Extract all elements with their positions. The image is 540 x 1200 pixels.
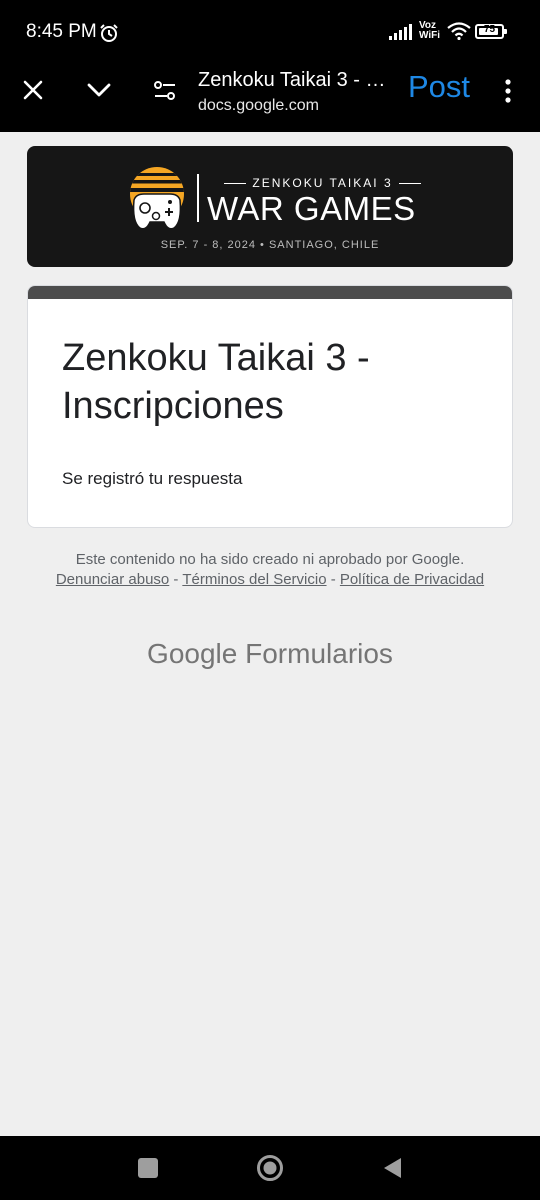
- system-nav-bar: [0, 1136, 540, 1200]
- terms-link[interactable]: Términos del Servicio: [182, 571, 326, 588]
- google-forms-logo[interactable]: Google Formularios: [0, 638, 540, 670]
- wifi-text: WiFi: [419, 30, 441, 41]
- custom-tab-toolbar: Zenkoku Taikai 3 - … docs.google.com Pos…: [0, 64, 540, 132]
- status-bar: 8:45 PM Voz WiFi 75: [0, 0, 540, 64]
- banner-dates: SEP. 7 - 8, 2024 • SANTIAGO, CHILE: [160, 239, 380, 251]
- voz-wifi-label: Voz WiFi: [419, 21, 440, 41]
- wifi-icon: [447, 22, 471, 40]
- page-title: Zenkoku Taikai 3 - …: [198, 69, 386, 91]
- back-button-icon[interactable]: [381, 1156, 403, 1180]
- close-icon[interactable]: [22, 79, 44, 101]
- card-accent-band: [28, 286, 512, 299]
- footer-disclaimer: Este contenido no ha sido creado ni apro…: [40, 550, 500, 590]
- separator: -: [326, 571, 340, 588]
- banner-subtitle: ZENKOKU TAIKAI 3: [205, 176, 440, 190]
- form-title: Zenkoku Taikai 3 - Inscripciones: [62, 337, 370, 427]
- controller-sun-logo: [130, 167, 184, 230]
- battery-icon: 75: [475, 24, 507, 39]
- alarm-icon: [100, 24, 118, 42]
- banner-subtitle-text: ZENKOKU TAIKAI 3: [252, 176, 393, 190]
- event-banner: ZENKOKU TAIKAI 3 WAR GAMES SEP. 7 - 8, 2…: [27, 146, 513, 267]
- privacy-link[interactable]: Política de Privacidad: [340, 571, 484, 588]
- battery-level: 75: [483, 24, 496, 35]
- response-message: Se registró tu respuesta: [62, 469, 243, 488]
- banner-divider: [197, 174, 199, 222]
- post-button[interactable]: Post: [408, 69, 470, 105]
- disclaimer-text: Este contenido no ha sido creado ni apro…: [75, 551, 465, 568]
- separator: -: [169, 571, 183, 588]
- signal-icon: [389, 24, 412, 40]
- more-vert-icon[interactable]: [503, 78, 513, 104]
- tune-icon[interactable]: [153, 80, 177, 102]
- recents-button-icon[interactable]: [137, 1157, 159, 1179]
- page-url: docs.google.com: [198, 97, 319, 114]
- home-button-icon[interactable]: [256, 1154, 284, 1182]
- report-abuse-link[interactable]: Denunciar abuso: [56, 571, 169, 588]
- banner-headline: WAR GAMES: [207, 190, 416, 227]
- chevron-down-icon[interactable]: [86, 81, 112, 99]
- google-wordmark: Google: [147, 638, 238, 669]
- confirmation-card: Zenkoku Taikai 3 - Inscripciones Se regi…: [27, 285, 513, 528]
- status-time: 8:45 PM: [26, 21, 97, 42]
- forms-wordmark: Formularios: [245, 638, 393, 669]
